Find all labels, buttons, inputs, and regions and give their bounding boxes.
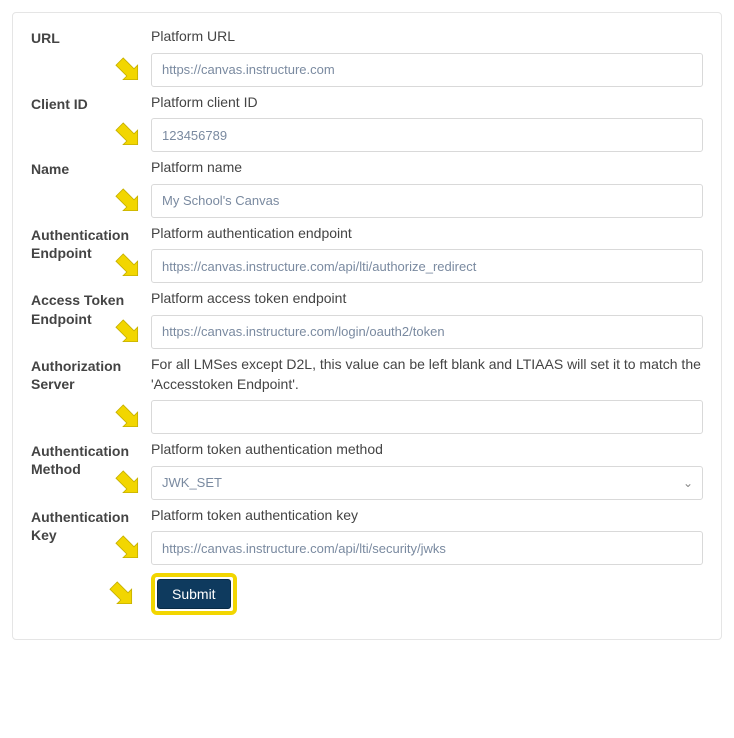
hint-auth-key: Platform token authentication key [151,506,703,526]
row-url: URL Platform URL [31,27,703,87]
hint-auth-endpoint: Platform authentication endpoint [151,224,703,244]
hint-authorization-server: For all LMSes except D2L, this value can… [151,355,703,394]
submit-button[interactable]: Submit [157,579,231,609]
row-auth-key: Authentication Key Platform token authen… [31,506,703,566]
name-input[interactable] [151,184,703,218]
label-client-id: Client ID [31,93,151,113]
row-client-id: Client ID Platform client ID [31,93,703,153]
label-authorization-server: Authorization Server [31,355,151,393]
hint-url: Platform URL [151,27,703,47]
label-auth-key: Authentication Key [31,506,151,544]
client-id-input[interactable] [151,118,703,152]
row-authorization-server: Authorization Server For all LMSes excep… [31,355,703,434]
label-name: Name [31,158,151,178]
label-auth-endpoint: Authentication Endpoint [31,224,151,262]
url-input[interactable] [151,53,703,87]
auth-endpoint-input[interactable] [151,249,703,283]
row-name: Name Platform name [31,158,703,218]
row-auth-method: Authentication Method Platform token aut… [31,440,703,500]
hint-client-id: Platform client ID [151,93,703,113]
pointer-arrow-icon [111,184,145,218]
row-auth-endpoint: Authentication Endpoint Platform authent… [31,224,703,284]
pointer-arrow-icon [111,118,145,152]
hint-auth-method: Platform token authentication method [151,440,703,460]
row-access-token-endpoint: Access Token Endpoint Platform access to… [31,289,703,349]
label-url: URL [31,27,151,47]
label-auth-method: Authentication Method [31,440,151,478]
authorization-server-input[interactable] [151,400,703,434]
hint-name: Platform name [151,158,703,178]
pointer-arrow-icon [105,577,139,611]
row-submit: Submit [31,573,703,615]
submit-highlight: Submit [151,573,237,615]
pointer-arrow-icon [111,400,145,434]
auth-method-select[interactable]: JWK_SET [151,466,703,500]
platform-form: URL Platform URL Client ID Platform clie… [12,12,722,640]
pointer-arrow-icon [111,53,145,87]
access-token-endpoint-input[interactable] [151,315,703,349]
label-access-token-endpoint: Access Token Endpoint [31,289,151,327]
auth-key-input[interactable] [151,531,703,565]
hint-access-token-endpoint: Platform access token endpoint [151,289,703,309]
